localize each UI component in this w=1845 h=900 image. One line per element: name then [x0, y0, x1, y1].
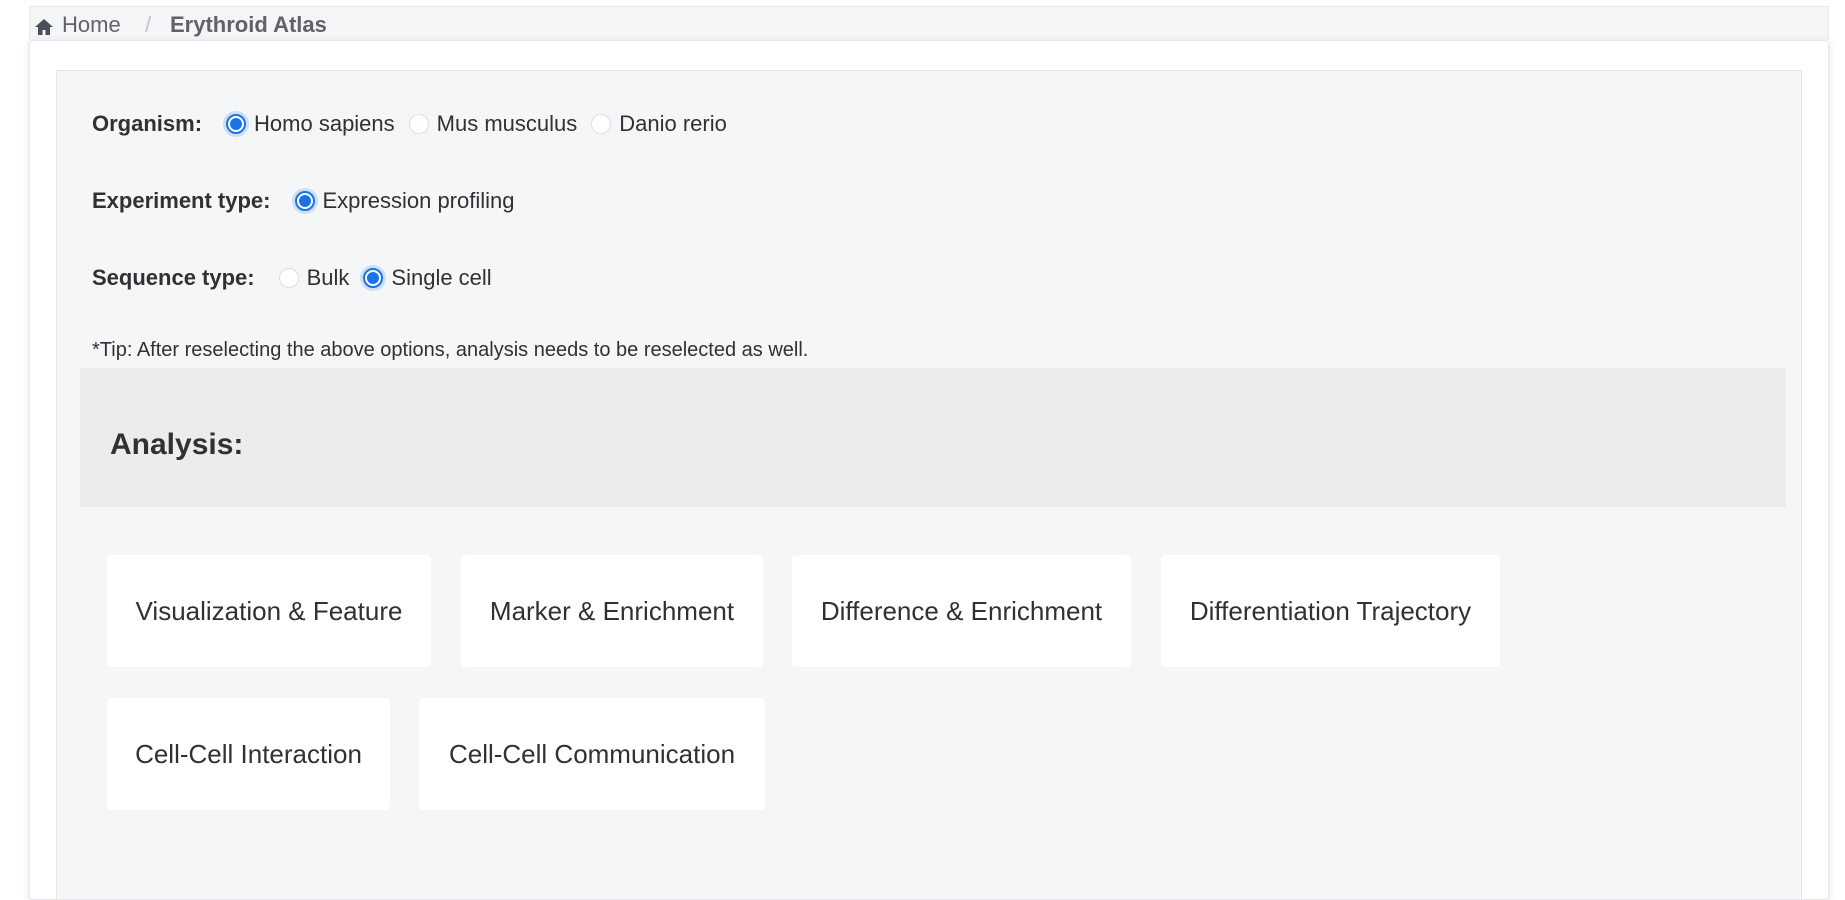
radio-circle[interactable]: [226, 114, 247, 134]
breadcrumb: Home / Erythroid Atlas: [29, 6, 1829, 40]
organism-radio-homo-sapiens[interactable]: Homo sapiens: [226, 111, 395, 137]
home-icon[interactable]: [34, 18, 54, 36]
radio-circle[interactable]: [278, 268, 299, 288]
breadcrumb-home-link[interactable]: Home: [62, 12, 121, 38]
analysis-title: Analysis:: [110, 428, 244, 461]
analysis-card-marker-enrichment[interactable]: Marker & Enrichment: [461, 555, 763, 667]
analysis-card-visualization-feature[interactable]: Visualization & Feature: [107, 555, 431, 667]
radio-label[interactable]: Mus musculus: [437, 111, 578, 137]
radio-circle[interactable]: [363, 268, 384, 288]
organism-row: Organism: Homo sapiens Mus musculus Dani…: [92, 108, 741, 140]
tip-text: *Tip: After reselecting the above option…: [92, 339, 809, 361]
organism-label: Organism:: [92, 111, 203, 136]
organism-radio-mus-musculus[interactable]: Mus musculus: [408, 111, 578, 137]
sequence-radio-single-cell[interactable]: Single cell: [363, 265, 492, 291]
experiment-radio-expression-profiling[interactable]: Expression profiling: [294, 188, 515, 214]
sequence-type-row: Sequence type: Bulk Single cell: [92, 262, 506, 294]
radio-label[interactable]: Homo sapiens: [254, 111, 395, 137]
analysis-card-difference-enrichment[interactable]: Difference & Enrichment: [792, 555, 1131, 667]
experiment-type-label: Experiment type:: [92, 188, 271, 213]
radio-label[interactable]: Single cell: [391, 265, 491, 291]
breadcrumb-separator: /: [145, 12, 152, 37]
radio-circle[interactable]: [591, 114, 612, 134]
organism-radio-danio-rerio[interactable]: Danio rerio: [591, 111, 727, 137]
radio-circle[interactable]: [408, 114, 429, 134]
radio-label[interactable]: Danio rerio: [619, 111, 727, 137]
sequence-radio-bulk[interactable]: Bulk: [278, 265, 350, 291]
breadcrumb-current: Erythroid Atlas: [170, 12, 327, 37]
experiment-type-row: Experiment type: Expression profiling: [92, 185, 528, 217]
radio-label[interactable]: Bulk: [307, 265, 350, 291]
analysis-card-differentiation-trajectory[interactable]: Differentiation Trajectory: [1161, 555, 1500, 667]
radio-circle[interactable]: [294, 191, 315, 211]
sequence-type-label: Sequence type:: [92, 265, 255, 290]
radio-label[interactable]: Expression profiling: [323, 188, 515, 214]
analysis-card-cell-cell-communication[interactable]: Cell-Cell Communication: [419, 698, 765, 810]
analysis-header: Analysis:: [80, 368, 1786, 507]
analysis-card-cell-cell-interaction[interactable]: Cell-Cell Interaction: [107, 698, 390, 810]
